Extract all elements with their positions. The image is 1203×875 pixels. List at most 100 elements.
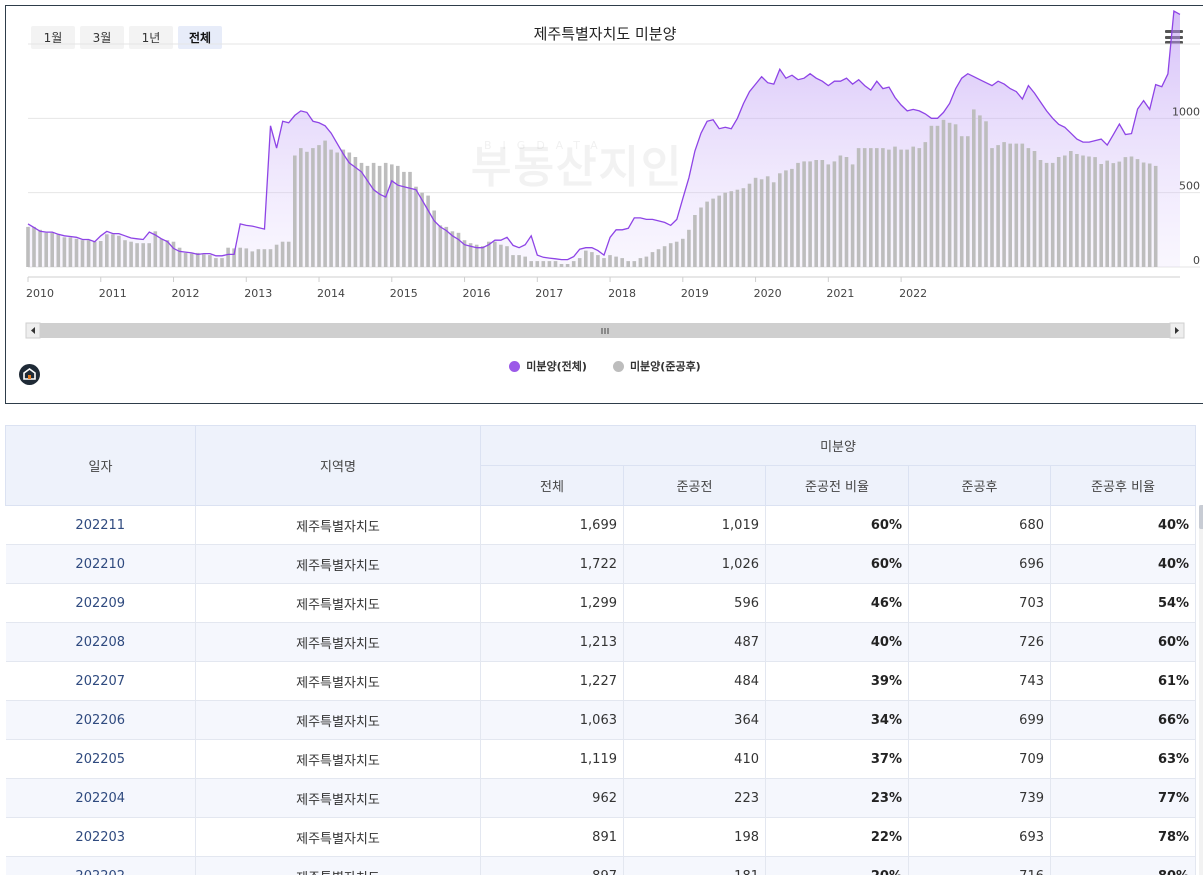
bar-after <box>335 152 339 267</box>
bar-after <box>80 240 85 267</box>
bar-after <box>941 119 946 267</box>
table-row[interactable]: 202208 제주특별자치도 1,213 487 40% 726 60% <box>5 622 1197 662</box>
cell-before-ratio: 22% <box>765 817 909 857</box>
bar-after <box>111 234 115 267</box>
cell-total: 1,299 <box>480 583 624 623</box>
cell-region: 제주특별자치도 <box>195 817 481 857</box>
bar-after <box>1008 143 1012 267</box>
bar-after <box>596 255 600 267</box>
bar-after <box>959 136 964 267</box>
table-row[interactable]: 202209 제주특별자치도 1,299 596 46% 703 54% <box>5 583 1197 623</box>
bar-after <box>856 148 861 267</box>
table-scroll-thumb[interactable] <box>1199 505 1203 529</box>
header-after-ratio[interactable]: 준공후 비율 <box>1049 465 1197 506</box>
cell-before-ratio: 46% <box>765 583 909 623</box>
cell-before-ratio: 37% <box>765 739 909 779</box>
bar-after <box>881 148 885 267</box>
bar-after <box>493 241 497 267</box>
bar-after <box>584 250 588 267</box>
site-logo-icon[interactable] <box>19 364 40 385</box>
bar-after <box>699 207 703 267</box>
header-date[interactable]: 일자 <box>5 425 196 506</box>
bar-after <box>129 241 133 267</box>
x-tick-label: 2022 <box>899 287 927 300</box>
x-tick-label: 2012 <box>172 287 200 300</box>
header-region[interactable]: 지역명 <box>195 425 481 506</box>
bar-after <box>662 246 667 267</box>
bar-after <box>771 182 776 267</box>
cell-after: 693 <box>908 817 1051 857</box>
bar-after <box>529 261 533 267</box>
bar-after <box>753 177 758 267</box>
cell-date: 202202 <box>5 856 196 875</box>
bar-after <box>480 246 485 267</box>
bar-after <box>814 160 818 267</box>
header-group-unsold: 미분양 <box>479 425 1197 466</box>
bar-after <box>1135 159 1140 267</box>
bar-after <box>256 249 261 267</box>
cell-total: 1,119 <box>480 739 624 779</box>
bar-after <box>68 237 73 267</box>
bar-after <box>978 115 982 268</box>
bar-after <box>220 258 224 267</box>
bar-after <box>323 140 327 267</box>
bar-after <box>1075 154 1079 267</box>
table-row[interactable]: 202206 제주특별자치도 1,063 364 34% 699 66% <box>5 700 1197 740</box>
bar-after <box>523 256 527 267</box>
table-row[interactable]: 202203 제주특별자치도 891 198 22% 693 78% <box>5 817 1197 857</box>
bar-after <box>674 241 679 267</box>
bar-after <box>426 195 430 267</box>
cell-date: 202210 <box>5 544 196 584</box>
bar-after <box>183 252 188 267</box>
y-tick-label: 0 <box>1193 254 1200 267</box>
bar-after <box>377 165 382 267</box>
bar-after <box>32 226 36 267</box>
bar-after <box>1105 160 1109 267</box>
cell-after-ratio: 61% <box>1050 661 1197 701</box>
bar-after <box>1099 164 1103 267</box>
bar-after <box>820 160 825 267</box>
x-tick-label: 2014 <box>317 287 345 300</box>
cell-before-ratio: 40% <box>765 622 909 662</box>
table-row[interactable]: 202204 제주특별자치도 962 223 23% 739 77% <box>5 778 1197 818</box>
bar-after <box>505 246 509 267</box>
bar-after <box>838 155 843 267</box>
table-row[interactable]: 202202제주특별자치도89718120%71680% <box>5 856 1197 875</box>
area-total <box>28 11 1180 267</box>
cell-before: 1,026 <box>623 544 766 584</box>
header-before-ratio[interactable]: 준공전 비율 <box>765 465 909 506</box>
bar-after <box>638 258 643 267</box>
cell-before: 223 <box>623 778 766 818</box>
bar-after <box>850 164 855 267</box>
table-row[interactable]: 202207 제주특별자치도 1,227 484 39% 743 61% <box>5 661 1197 701</box>
bar-after <box>390 164 394 267</box>
table-row[interactable]: 202210 제주특별자치도 1,722 1,026 60% 696 40% <box>5 544 1197 584</box>
table-scrollbar[interactable] <box>1199 505 1203 875</box>
bar-after <box>1014 143 1019 267</box>
bar-after <box>747 183 752 267</box>
cell-before: 596 <box>623 583 766 623</box>
x-tick-label: 2015 <box>390 287 418 300</box>
x-tick-label: 2021 <box>826 287 854 300</box>
data-table: 일자 지역명 미분양 전체 준공전 준공전 비율 준공후 준공후 비율 2022… <box>5 425 1197 875</box>
legend-item-total[interactable]: 미분양(전체) <box>509 358 587 374</box>
cell-after: 716 <box>908 856 1051 875</box>
cell-after: 726 <box>908 622 1051 662</box>
bar-after <box>317 145 321 267</box>
header-total[interactable]: 전체 <box>480 465 624 506</box>
header-after[interactable]: 준공후 <box>908 465 1051 506</box>
bar-after <box>1056 157 1061 267</box>
bar-after <box>1147 163 1152 267</box>
bar-after <box>565 264 570 267</box>
header-before[interactable]: 준공전 <box>623 465 766 506</box>
bar-after <box>383 162 388 267</box>
table-row[interactable]: 202205 제주특별자치도 1,119 410 37% 709 63% <box>5 739 1197 779</box>
bar-after <box>238 247 242 267</box>
legend-item-after[interactable]: 미분양(준공후) <box>612 358 701 374</box>
table-row[interactable]: 202211 제주특별자치도 1,699 1,019 60% 680 40% <box>5 505 1197 545</box>
cell-after-ratio: 63% <box>1050 739 1197 779</box>
cell-before: 181 <box>623 856 766 875</box>
bar-after <box>92 241 97 267</box>
chart-panel: 1월 3월 1년 전체 제주특별자치도 미분양 부동산지인 BIGDATA 20… <box>5 5 1203 404</box>
bar-after <box>947 122 952 267</box>
